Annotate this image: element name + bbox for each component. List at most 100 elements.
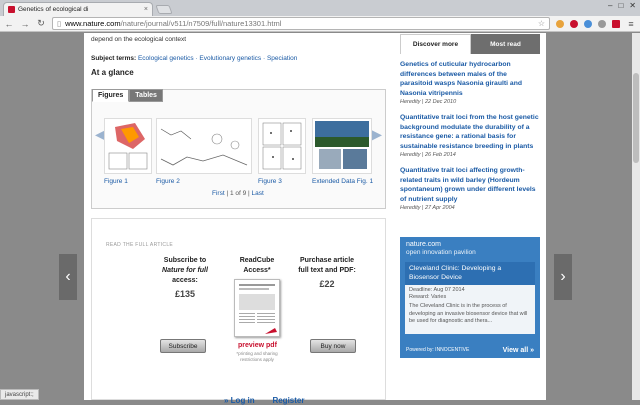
article-main: depend on the ecological context Subject…	[91, 33, 391, 77]
sidebar-tabs: Discover more Most read	[400, 34, 540, 54]
ad-description: The Cleveland Clinic is in the process o…	[405, 301, 535, 328]
preview-restrictions-note: *printing and sharing restrictions apply	[230, 351, 284, 363]
figure-thumbnails: Figure 1 Figure 2 Figure 3 Extended Data…	[104, 118, 374, 176]
at-a-glance-heading: At a glance	[91, 68, 391, 77]
ad-challenge-title[interactable]: Cleveland Clinic: Developing a Biosensor…	[405, 262, 535, 285]
figure-caption-link[interactable]: Figure 2	[156, 178, 180, 185]
status-bar: javascript:;	[0, 389, 39, 400]
next-article-arrow[interactable]: ›	[554, 254, 572, 300]
sidebar: Discover more Most read Genetics of cuti…	[400, 33, 540, 219]
page-viewport: depend on the ecological context Subject…	[0, 33, 640, 400]
ad-view-all-link[interactable]: View all »	[503, 347, 534, 354]
related-article-meta: Heredity | 27 Apr 2004	[400, 205, 540, 211]
subject-terms: Subject terms: Ecological genetics · Evo…	[91, 55, 391, 62]
scrollbar-thumb[interactable]	[633, 73, 639, 163]
tab-tables[interactable]: Tables	[129, 89, 163, 102]
page-icon: ▯	[57, 19, 61, 28]
new-tab-button[interactable]	[155, 5, 172, 14]
pager-status: | 1 of 9 |	[226, 190, 249, 197]
nature-favicon-icon	[8, 6, 15, 13]
window-controls: ‒ □ ✕	[608, 1, 636, 10]
intro-text: depend on the ecological context	[91, 36, 391, 43]
tab-discover-more[interactable]: Discover more	[400, 34, 471, 54]
browser-toolbar: ← → ↻ ▯ www.nature.com/nature/journal/v5…	[0, 16, 640, 32]
access-panel: READ THE FULL ARTICLE Subscribe to Natur…	[91, 218, 386, 400]
ad-logo: nature.com open innovation pavilion	[400, 237, 540, 257]
related-article-meta: Heredity | 22 Dec 2010	[400, 99, 540, 105]
subject-label: Subject terms:	[91, 55, 136, 62]
subscribe-line: Nature for full	[150, 266, 220, 276]
ad-challenge-card[interactable]: Cleveland Clinic: Developing a Biosensor…	[405, 262, 535, 334]
ad-deadline: Deadline: Aug 07 2014	[405, 285, 535, 294]
readcube-line: ReadCube	[222, 256, 292, 266]
figure-thumbnail[interactable]	[156, 118, 252, 174]
menu-icon[interactable]: ≡	[626, 19, 636, 29]
extension-icon[interactable]	[584, 20, 592, 28]
back-icon[interactable]: ←	[4, 19, 14, 29]
minimize-button[interactable]: ‒	[608, 1, 612, 10]
pdf-preview-thumbnail[interactable]	[234, 279, 280, 337]
subscribe-line: access:	[150, 276, 220, 286]
close-window-button[interactable]: ✕	[629, 1, 636, 10]
related-article-link[interactable]: Quantitative trait loci affecting growth…	[400, 166, 540, 204]
ad-reward: Reward: Varies	[405, 294, 535, 301]
maximize-button[interactable]: □	[618, 1, 623, 10]
bookmark-star-icon[interactable]: ☆	[538, 19, 545, 28]
extension-icon[interactable]	[556, 20, 564, 28]
browser-tab-strip: Genetics of ecological di × ‒ □ ✕	[0, 0, 640, 16]
list-item: Genetics of cuticular hydrocarbon differ…	[400, 60, 540, 105]
related-article-meta: Heredity | 26 Feb 2014	[400, 152, 540, 158]
related-article-link[interactable]: Quantitative trait loci from the host ge…	[400, 113, 540, 151]
account-links: » Log in Register	[224, 396, 304, 405]
forward-icon[interactable]: →	[20, 19, 30, 29]
tab-title: Genetics of ecological di	[18, 6, 141, 13]
purchase-line: full text and PDF:	[292, 266, 362, 276]
login-link[interactable]: » Log in	[224, 396, 255, 405]
reload-icon[interactable]: ↻	[36, 18, 46, 29]
list-item: Quantitative trait loci from the host ge…	[400, 113, 540, 158]
url-host: www.nature.com	[65, 19, 120, 28]
purchase-column: Purchase article full text and PDF: £22	[292, 256, 362, 289]
adblock-icon[interactable]	[570, 20, 578, 28]
preview-pdf-link[interactable]: preview pdf	[238, 342, 277, 349]
figure-thumbnail[interactable]	[312, 118, 372, 174]
subject-term-links[interactable]: Ecological genetics · Evolutionary genet…	[138, 55, 297, 62]
subscribe-line: Subscribe to	[150, 256, 220, 266]
pager-last-link[interactable]: Last	[252, 190, 264, 197]
figure-caption-link[interactable]: Extended Data Fig. 1	[312, 178, 373, 185]
purchase-price: £22	[292, 279, 362, 289]
browser-tab[interactable]: Genetics of ecological di ×	[3, 2, 153, 16]
url-path: /nature/journal/v511/n7509/full/nature13…	[121, 19, 282, 28]
ad-footer: Powered by: INNOCENTIVE View all »	[406, 347, 534, 354]
register-link[interactable]: Register	[272, 396, 304, 405]
figure-caption-link[interactable]: Figure 1	[104, 178, 128, 185]
figure-thumbnail[interactable]	[104, 118, 152, 174]
readcube-column: ReadCube Access*	[222, 256, 292, 276]
tab-close-icon[interactable]: ×	[144, 6, 148, 13]
buy-now-button[interactable]: Buy now	[310, 339, 356, 353]
purchase-line: Purchase article	[292, 256, 362, 266]
open-innovation-ad[interactable]: nature.com open innovation pavilion Clev…	[400, 237, 540, 358]
subscribe-button[interactable]: Subscribe	[160, 339, 206, 353]
ad-powered-by: Powered by: INNOCENTIVE	[406, 347, 469, 354]
list-item: Quantitative trait loci affecting growth…	[400, 166, 540, 211]
subscribe-price: £135	[150, 289, 220, 299]
related-article-link[interactable]: Genetics of cuticular hydrocarbon differ…	[400, 60, 540, 98]
readcube-line: Access*	[222, 266, 292, 276]
figure-caption-link[interactable]: Figure 3	[258, 178, 282, 185]
tab-figures[interactable]: Figures	[92, 89, 129, 102]
figure-thumbnail[interactable]	[258, 118, 306, 174]
page-scrollbar[interactable]	[632, 33, 640, 400]
extension-icon[interactable]	[612, 20, 620, 28]
figure-tabs: Figures Tables	[92, 89, 163, 102]
prev-article-arrow[interactable]: ‹	[59, 254, 77, 300]
access-heading: READ THE FULL ARTICLE	[106, 242, 173, 248]
tab-most-read[interactable]: Most read	[471, 34, 540, 54]
address-bar[interactable]: ▯ www.nature.com/nature/journal/v511/n75…	[52, 17, 550, 30]
figure-pager: First | 1 of 9 | Last	[212, 190, 264, 197]
subscribe-column: Subscribe to Nature for full access: £13…	[150, 256, 220, 299]
extension-icon[interactable]	[598, 20, 606, 28]
figure-carousel: Figures Tables ◀ ▶	[91, 89, 386, 209]
content-column: depend on the ecological context Subject…	[84, 33, 546, 400]
pager-first-link[interactable]: First	[212, 190, 225, 197]
